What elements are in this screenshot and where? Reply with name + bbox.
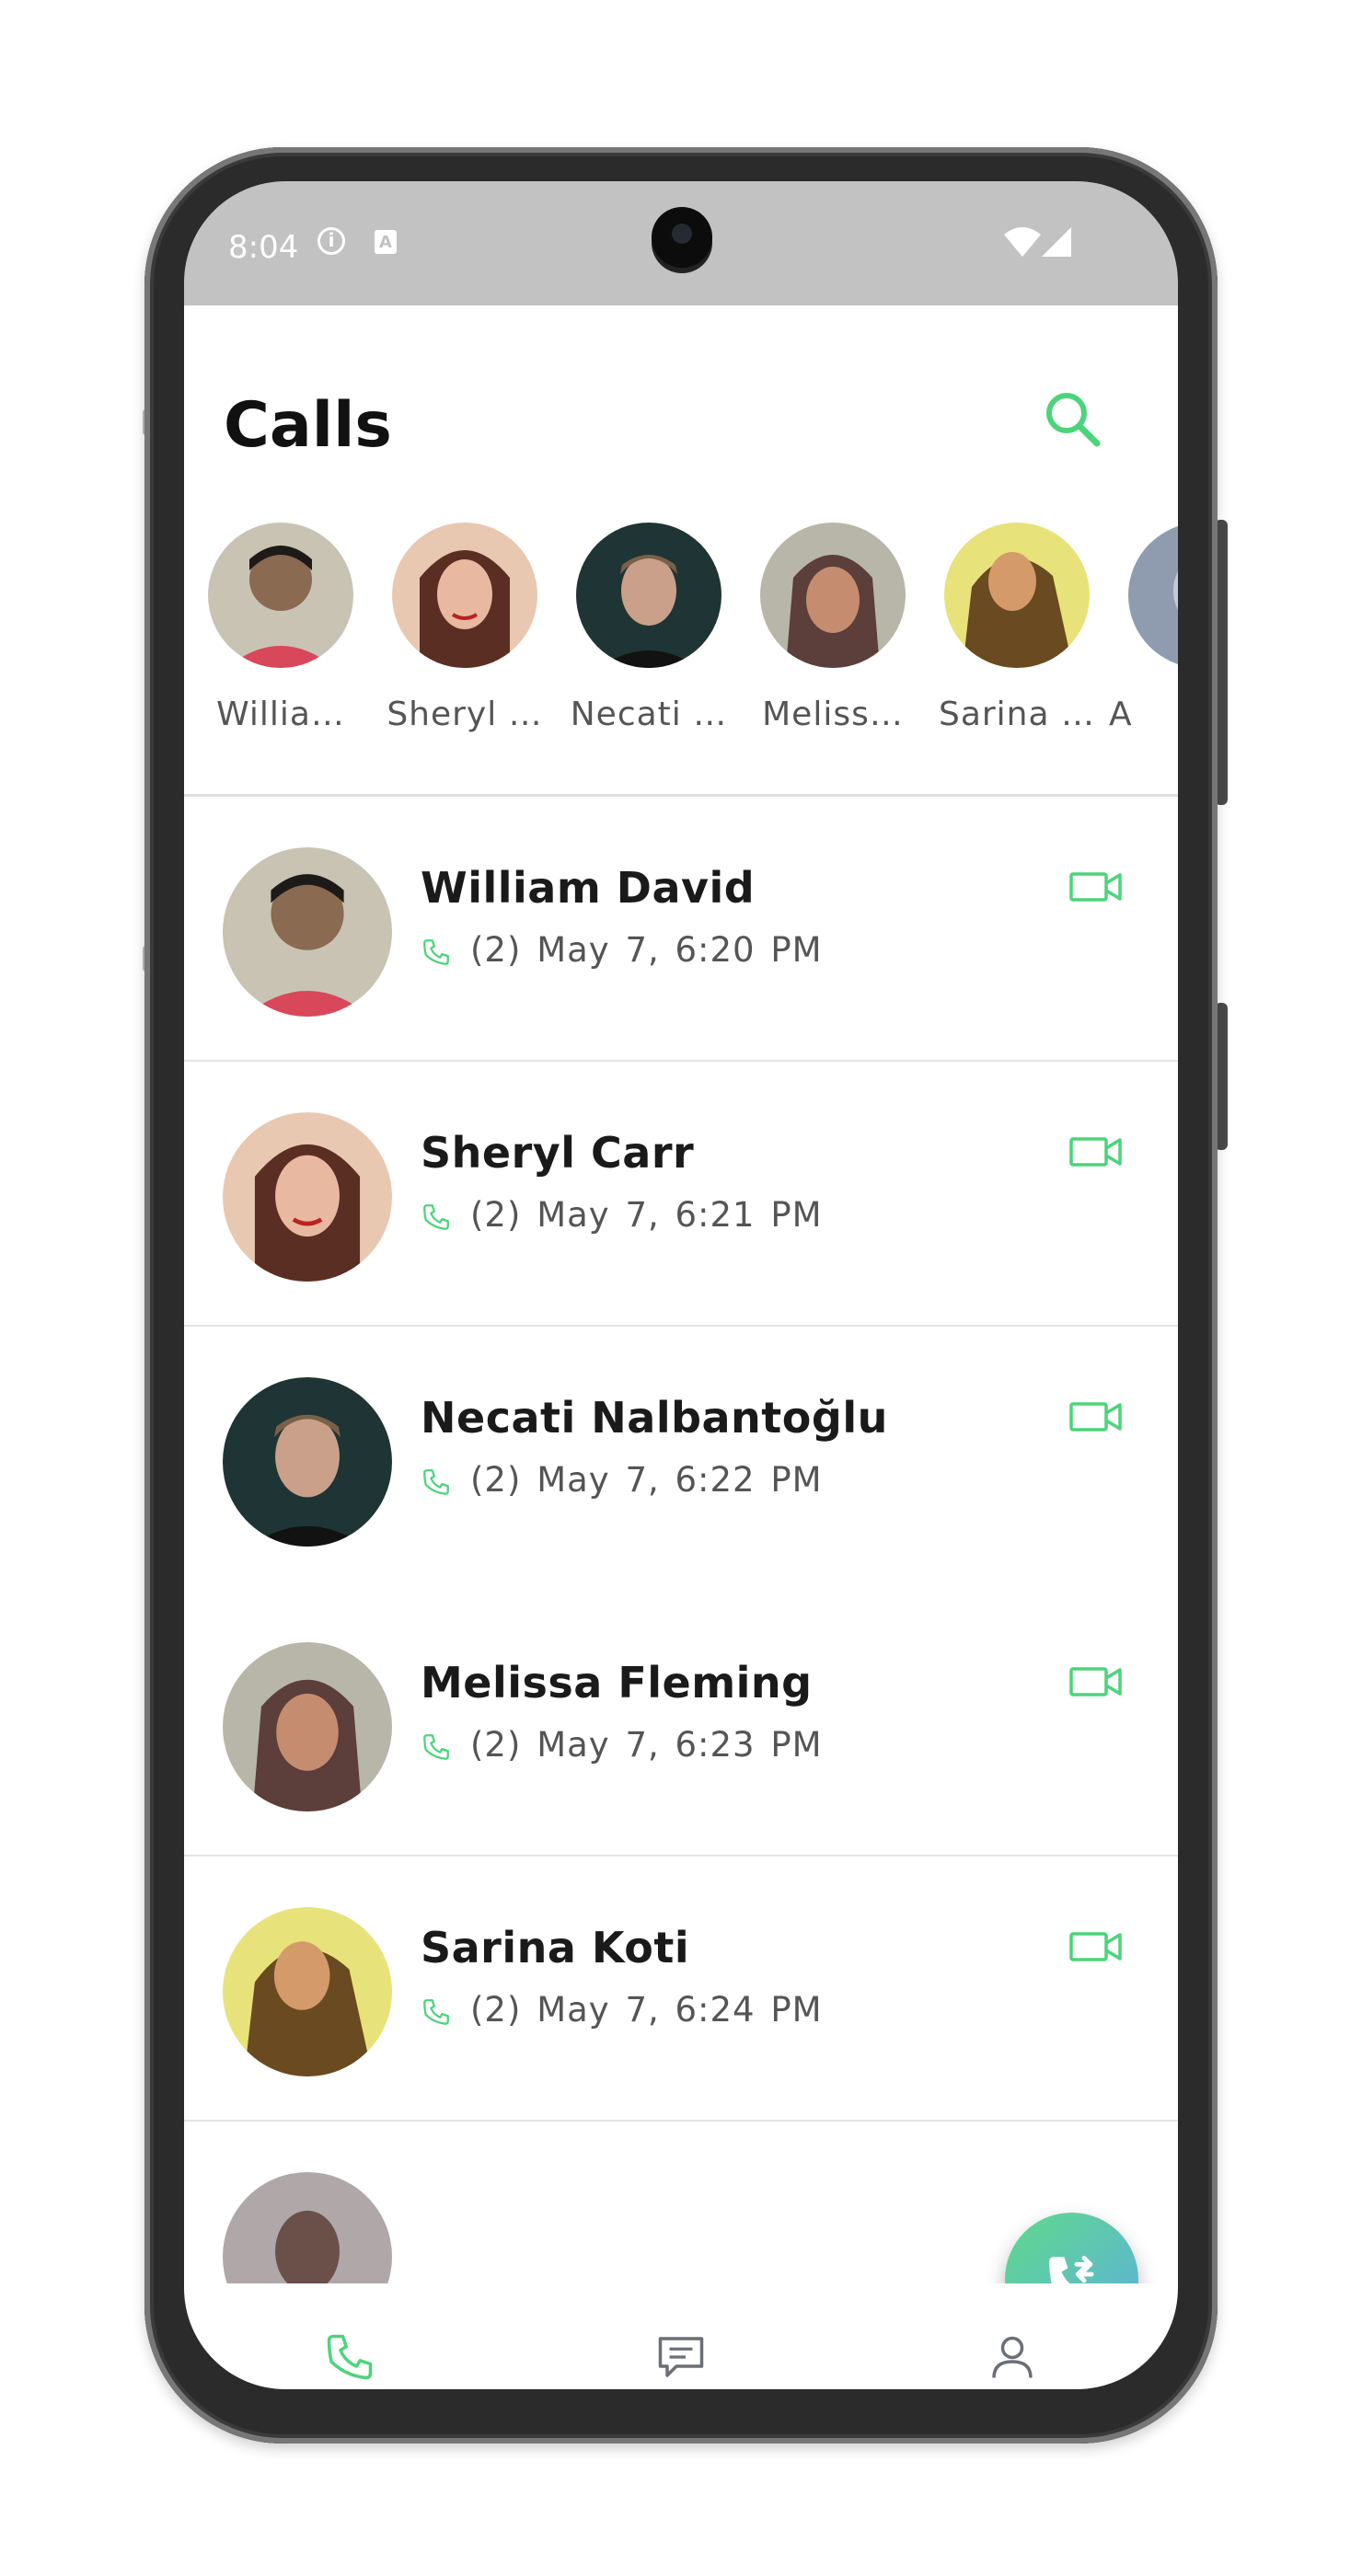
call-count: (2) [470,1725,522,1765]
video-call-icon[interactable] [1069,1135,1123,1168]
calls-screen: Calls Willia… Sheryl … Necati … Meliss… … [184,305,1178,2283]
caller-name: Necati Nalbantoğlu [421,1393,888,1443]
page-title: Calls [224,389,392,462]
signal-icon [1042,227,1071,257]
avatar [223,1377,392,1547]
caller-name: Sarina Koti [421,1923,690,1972]
call-row[interactable]: William David (2) May 7, 6:20 PM [184,797,1178,1062]
avatar [944,523,1090,668]
phone-icon [423,1469,449,1495]
avatar [576,523,721,668]
nav-calls[interactable] [322,2329,377,2385]
avatar [392,523,537,668]
phone-icon [327,2334,373,2380]
chat-icon [658,2337,704,2377]
call-row[interactable]: Sarina Koti (2) May 7, 6:24 PM [184,1857,1178,2122]
story-item[interactable]: Necati … [557,523,741,733]
call-row[interactable]: Sheryl Carr (2) May 7, 6:21 PM [184,1062,1178,1327]
story-label: Meliss… [762,696,904,733]
avatar [223,1907,392,2076]
a-icon: A [375,230,397,254]
phone-forward-icon [1049,2256,1094,2283]
story-label: Willia… [216,696,345,733]
call-count: (2) [470,1990,522,2030]
call-count: (2) [470,1460,522,1500]
call-meta: (2) May 7, 6:21 PM [470,1195,823,1235]
story-item[interactable]: Sheryl … [373,523,557,733]
call-time: May 7, 6:23 PM [537,1725,823,1765]
wifi-icon [1004,227,1041,257]
avatar [223,2172,392,2283]
avatar [760,523,906,668]
call-time: May 7, 6:20 PM [537,930,823,970]
story-label: Necati … [570,696,728,733]
status-bar: 8:04 i A [184,181,1178,305]
search-icon [1046,393,1101,447]
recent-contacts-strip[interactable]: Willia… Sheryl … Necati … Meliss… Sarina… [184,523,1178,762]
video-call-icon[interactable] [1069,1930,1123,1963]
avatar [223,1112,392,1282]
avatar [1128,523,1178,668]
phone-icon [423,939,449,965]
avatar [208,523,353,668]
call-count: (2) [470,1195,522,1235]
story-item[interactable]: A [1109,523,1178,733]
call-count: (2) [470,930,522,970]
front-camera [652,207,712,268]
phone-icon [423,1204,449,1230]
caller-name: William David [421,863,756,913]
call-meta: (2) May 7, 6:24 PM [470,1990,823,2030]
avatar [223,1642,392,1811]
phone-icon [423,1999,449,2025]
story-label: A [1109,696,1133,733]
caller-name: Melissa Fleming [421,1658,813,1708]
caller-name: Sheryl Carr [421,1128,695,1178]
call-meta: (2) May 7, 6:23 PM [470,1725,823,1765]
story-label: Sarina … [938,696,1096,733]
story-label: Sheryl … [387,696,543,733]
nav-profile[interactable] [985,2329,1040,2385]
phone-icon [423,1734,449,1760]
bottom-navigation [184,2283,1178,2389]
status-time: 8:04 [228,229,299,266]
info-icon: i [317,227,345,255]
call-row[interactable]: Melissa Fleming (2) May 7, 6:23 PM [184,1592,1178,1857]
video-call-icon[interactable] [1069,870,1123,903]
video-call-icon[interactable] [1069,1400,1123,1433]
search-button[interactable] [1040,386,1106,453]
video-call-icon[interactable] [1069,1665,1123,1698]
call-meta: (2) May 7, 6:20 PM [470,930,823,970]
nav-chats[interactable] [653,2329,709,2385]
story-item[interactable]: Sarina … [925,523,1109,733]
phone-screen: 8:04 i A Calls Willia… Sheryl … Necati …… [184,181,1178,2389]
call-meta: (2) May 7, 6:22 PM [470,1460,823,1500]
avatar [223,847,392,1017]
call-time: May 7, 6:21 PM [537,1195,823,1235]
story-item[interactable]: Meliss… [741,523,925,733]
call-time: May 7, 6:22 PM [537,1460,823,1500]
story-item[interactable]: Willia… [189,523,373,733]
call-row[interactable]: Necati Nalbantoğlu (2) May 7, 6:22 PM [184,1327,1178,1592]
user-icon [992,2336,1033,2378]
call-time: May 7, 6:24 PM [537,1990,823,2030]
